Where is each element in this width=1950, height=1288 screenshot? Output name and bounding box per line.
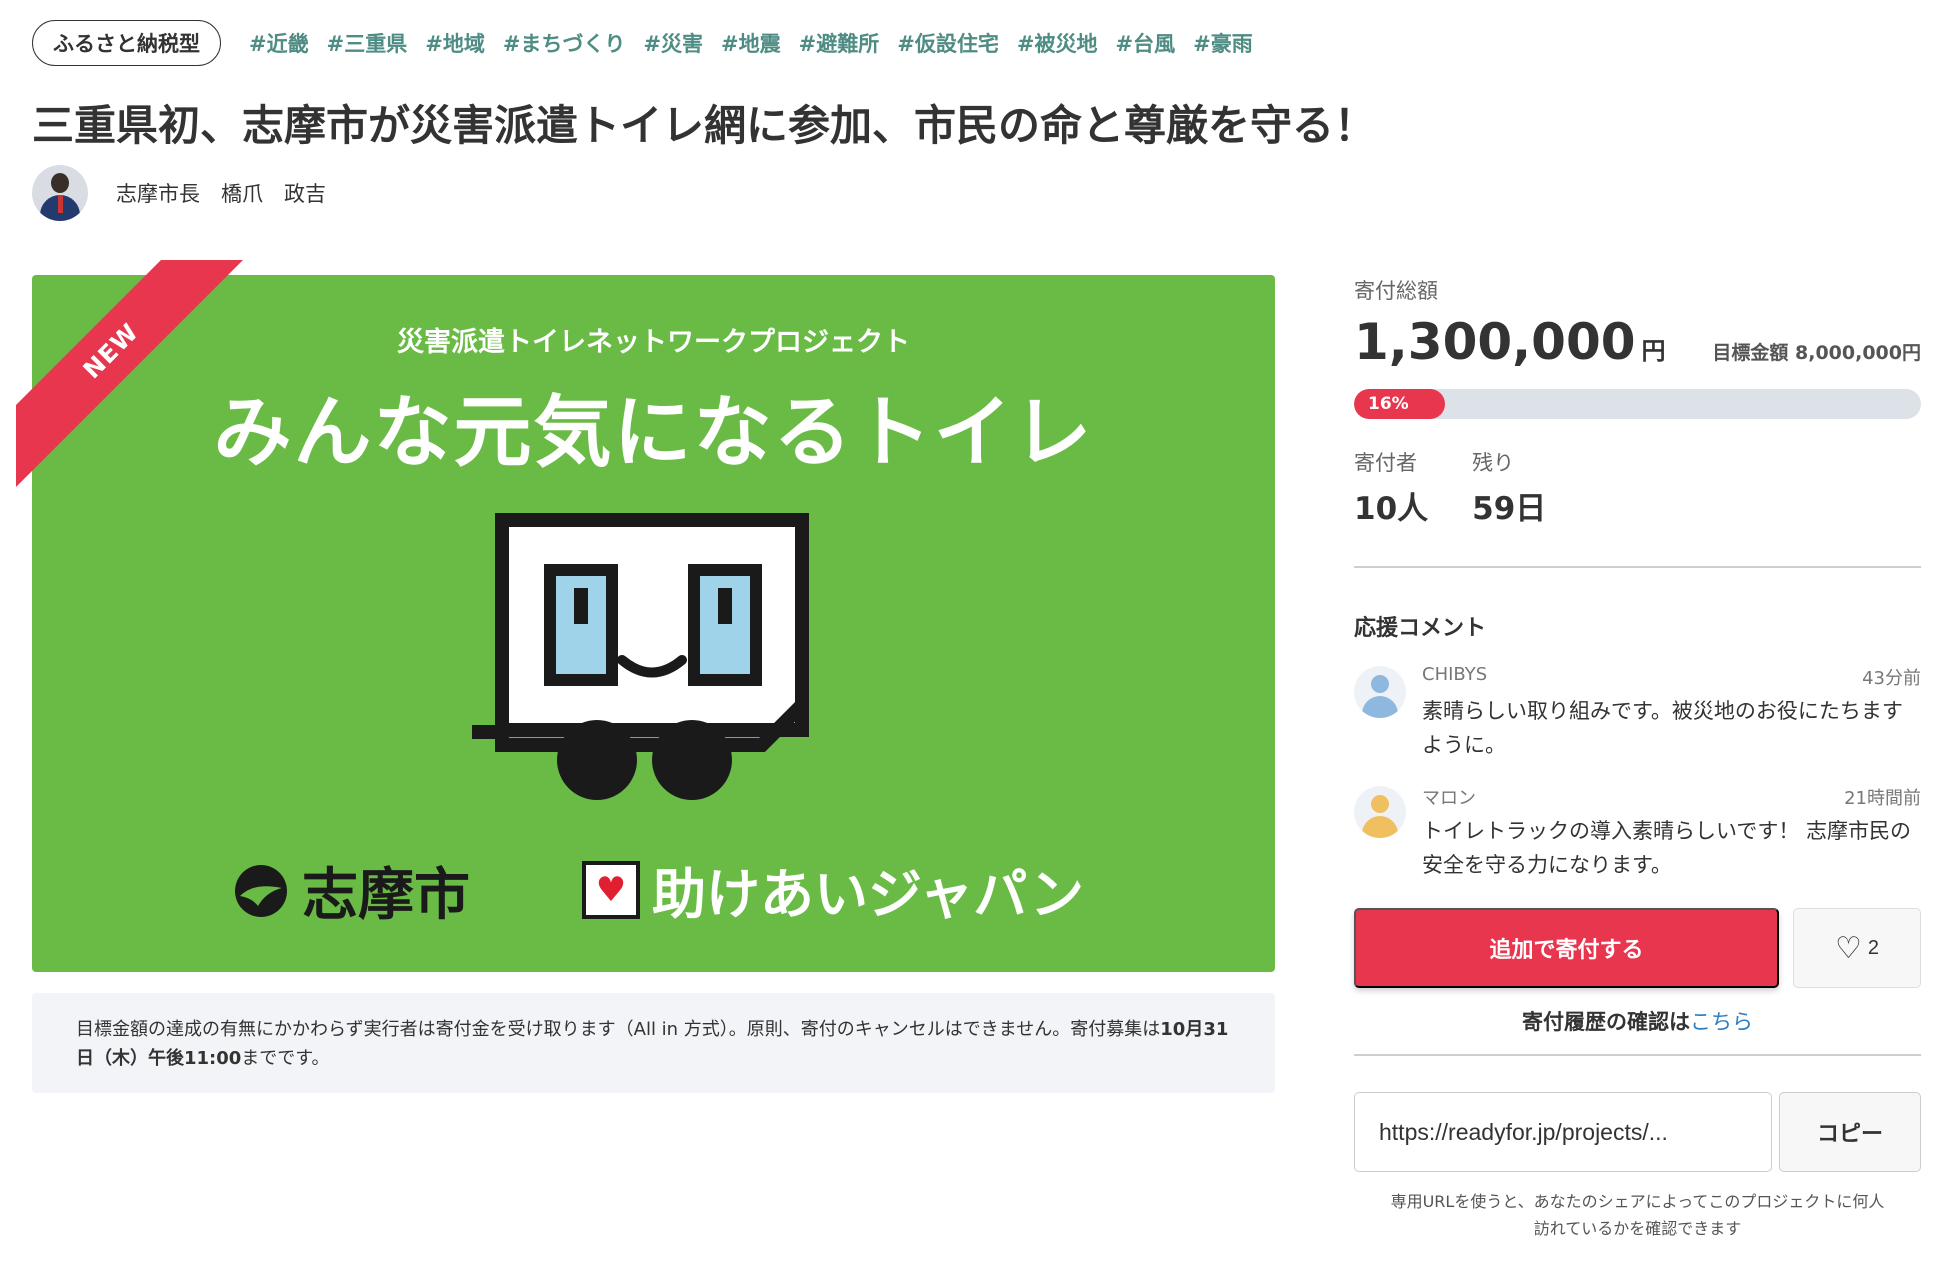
share-url-note: 専用URLを使うと、あなたのシェアによってこのプロジェクトに何人訪れているかを確… — [1390, 1192, 1885, 1238]
comment-time: 43分前 — [1862, 668, 1921, 689]
currency-label: 円 — [1641, 337, 1666, 365]
shima-city-logo: 志摩市 — [232, 850, 470, 931]
goal-value: 8,000,000円 — [1795, 342, 1921, 364]
total-label: 寄付総額 — [1354, 279, 1438, 303]
donation-history: 寄付履歴の確認はこちら — [1354, 1006, 1921, 1036]
comment-time: 21時間前 — [1844, 788, 1921, 809]
tag-link[interactable]: #被災地 — [1017, 28, 1098, 58]
comment-user: マロン — [1422, 788, 1476, 809]
city-emblem-icon — [235, 864, 287, 917]
project-type-badge[interactable]: ふるさと納税型 — [32, 20, 221, 66]
user-avatar-icon — [1354, 786, 1406, 838]
favorite-count: 2 — [1867, 936, 1880, 959]
tag-link[interactable]: #豪雨 — [1193, 28, 1253, 58]
remaining-value: 59日 — [1472, 491, 1547, 527]
divider — [1354, 566, 1921, 568]
divider — [1354, 1054, 1921, 1056]
copy-button[interactable]: コピー — [1779, 1092, 1921, 1172]
tag-link[interactable]: #地域 — [425, 28, 485, 58]
project-owner[interactable]: 志摩市長 橋爪 政吉 — [32, 165, 326, 221]
tag-link[interactable]: #仮設住宅 — [897, 28, 999, 58]
tag-link[interactable]: #災害 — [643, 28, 703, 58]
progress-bar: 16% — [1354, 389, 1921, 419]
tag-link[interactable]: #三重県 — [327, 28, 408, 58]
comments-heading: 応援コメント — [1354, 616, 1487, 641]
hero-city-name: 志摩市 — [302, 863, 470, 928]
notice-text: 目標金額の達成の有無にかかわらず実行者は寄付金を受け取ります（All in 方式… — [76, 1019, 1161, 1040]
new-badge: NEW — [16, 260, 249, 489]
comment-item: CHIBYS 43分前 素晴らしい取り組みです。被災地のお役にたちますように。 — [1354, 664, 1921, 762]
funding-sidebar: 寄付総額 1,300,000 円 目標金額 8,000,000円 16% 寄付者 … — [1354, 275, 1921, 1242]
tag-link[interactable]: #台風 — [1115, 28, 1175, 58]
tag-link[interactable]: #地震 — [721, 28, 781, 58]
share-url-field[interactable] — [1354, 1092, 1772, 1172]
tag-link[interactable]: #近畿 — [249, 28, 309, 58]
supporters-label: 寄付者 — [1354, 451, 1417, 475]
comment-text: 素晴らしい取り組みです。被災地のお役にたちますように。 — [1422, 699, 1903, 757]
supporters-value: 10人 — [1354, 491, 1429, 527]
comment-user: CHIBYS — [1422, 664, 1488, 685]
tag-link[interactable]: #避難所 — [799, 28, 880, 58]
history-text: 寄付履歴の確認は — [1522, 1010, 1690, 1034]
notice-text-end: までです。 — [241, 1048, 330, 1069]
remaining-label: 残り — [1472, 451, 1515, 475]
heart-outline-icon: ♡ — [1834, 931, 1862, 965]
toilet-truck-illustration — [472, 513, 809, 800]
favorite-button[interactable]: ♡ 2 — [1793, 908, 1921, 988]
hero-partner-name: 助けあいジャパン — [652, 863, 1084, 926]
remaining-stat: 残り 59日 — [1472, 447, 1546, 528]
user-avatar-icon — [1354, 666, 1406, 718]
page-title: 三重県初、志摩市が災害派遣トイレ網に参加、市民の命と尊厳を守る！ — [32, 101, 1377, 150]
owner-name[interactable]: 志摩市長 橋爪 政吉 — [116, 178, 326, 208]
avatar[interactable] — [32, 165, 88, 221]
goal-label: 目標金額 — [1712, 342, 1789, 364]
comment-item: マロン 21時間前 トイレトラックの導入素晴らしいです！ 志摩市民の安全を守る力… — [1354, 784, 1921, 882]
tag-row: ふるさと納税型 #近畿 #三重県 #地域 #まちづくり #災害 #地震 #避難所… — [32, 20, 1271, 66]
heart-icon: ♥ — [582, 860, 640, 919]
new-ribbon: NEW — [16, 260, 256, 500]
tasukeai-japan-logo: ♥ 助けあいジャパン — [582, 850, 1084, 929]
all-in-notice: 目標金額の達成の有無にかかわらず実行者は寄付金を受け取ります（All in 方式… — [32, 993, 1275, 1093]
progress-fill: 16% — [1354, 389, 1445, 419]
total-amount: 1,300,000 — [1354, 313, 1636, 371]
history-link[interactable]: こちら — [1690, 1010, 1753, 1034]
supporters-stat: 寄付者 10人 — [1354, 447, 1428, 528]
comment-text: トイレトラックの導入素晴らしいです！ 志摩市民の安全を守る力になります。 — [1422, 819, 1912, 877]
goal-amount: 目標金額 8,000,000円 — [1712, 338, 1921, 365]
tag-link[interactable]: #まちづくり — [503, 28, 626, 58]
donate-button[interactable]: 追加で寄付する — [1354, 908, 1779, 988]
